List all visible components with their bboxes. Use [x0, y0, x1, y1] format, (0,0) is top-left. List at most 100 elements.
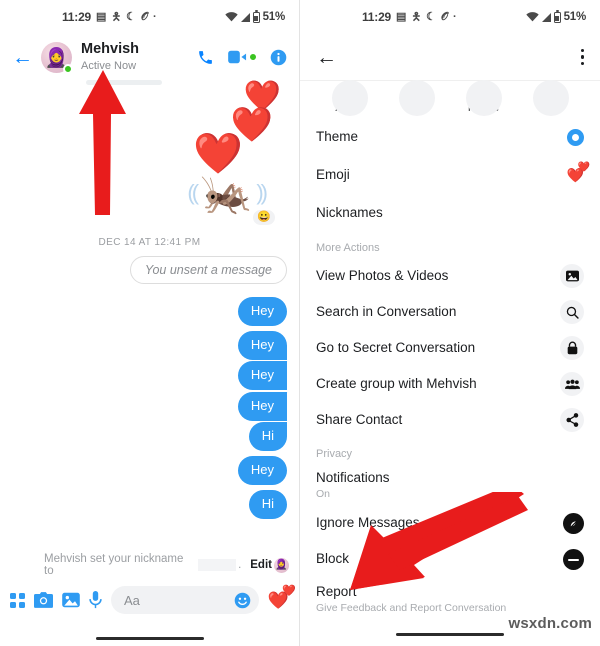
row-block[interactable]: Block [300, 542, 600, 578]
video-camera-icon[interactable] [228, 50, 256, 64]
battery-percent: 51% [262, 11, 286, 23]
row-share-contact[interactable]: Share Contact [300, 402, 600, 438]
message-bubble[interactable]: Hey [237, 361, 287, 391]
message-input-placeholder: Aa [124, 592, 140, 608]
kebab-menu-icon[interactable] [580, 48, 584, 66]
row-title: Emoji [316, 166, 350, 182]
nickname-text: Mehvish set your nickname to [44, 553, 184, 577]
hearts-emoji-icon: ❤️ ❤️ [567, 163, 590, 183]
row-texts: Block [316, 551, 349, 568]
presence-label: Active Now [81, 59, 137, 72]
info-icon[interactable] [270, 49, 287, 66]
quick-action-mute[interactable]: Mute [520, 80, 582, 116]
search-icon [560, 300, 584, 324]
contact-info[interactable]: Mehvish Active Now [81, 41, 139, 73]
unsent-message-row: You unsent a message [12, 256, 287, 284]
block-icon [563, 549, 584, 571]
row-view-photos-videos[interactable]: View Photos & Videos [300, 258, 600, 294]
dual-screenshot: 11:29 ▤ 🯅 ☾ 𝒪 · 51% ← Mehvish [0, 0, 600, 646]
section-header-privacy: Privacy [316, 448, 353, 460]
row-title: Block [316, 551, 350, 567]
icon-circle [560, 372, 584, 396]
nickname-edit-button[interactable]: Edit [250, 559, 272, 571]
status-bar-right: 51% [525, 9, 586, 23]
microphone-icon[interactable] [89, 591, 102, 609]
day-timestamp: DEC 14 AT 12:41 PM [98, 237, 201, 248]
signal-icon [240, 12, 250, 22]
contact-name: Mehvish [81, 41, 140, 58]
watermark: wsxdn.com [508, 615, 592, 632]
icon-circle [560, 264, 584, 288]
status-bar-clock: 11:29 [362, 10, 392, 24]
home-indicator [396, 632, 504, 636]
quick-action-audio[interactable]: Audio [319, 80, 381, 116]
block-bar [568, 558, 579, 562]
quick-action-profile[interactable]: Profile [453, 80, 515, 116]
row-texts: Report Give Feedback and Report Conversa… [316, 584, 506, 614]
scroll-indicator [86, 80, 162, 85]
message-bubble[interactable]: Hey [237, 297, 287, 326]
nickname-blank [198, 559, 237, 571]
camera-icon[interactable] [34, 592, 53, 608]
row-title: Notifications [316, 470, 390, 485]
signal-icon [541, 12, 551, 22]
block-circle [563, 549, 584, 571]
video-active-dot [250, 54, 256, 60]
row-search-in-conversation[interactable]: Search in Conversation [300, 294, 600, 330]
ignore-icon [563, 513, 584, 535]
row-theme[interactable]: Theme [300, 118, 600, 156]
row-report[interactable]: Report Give Feedback and Report Conversa… [300, 578, 600, 620]
heart-send-icon[interactable]: ❤️ ❤️ [268, 585, 296, 609]
message-bubble[interactable]: Hey [237, 391, 287, 421]
gallery-icon[interactable] [62, 592, 80, 608]
row-emoji[interactable]: Emoji ❤️ ❤️ [300, 156, 600, 194]
message-bubble[interactable]: Hi [248, 490, 287, 520]
cricket-emoji: 🦗 [200, 169, 253, 216]
theme-color-circle-icon [567, 128, 584, 146]
book-icon: ▤ [396, 10, 407, 23]
chat-header-actions [197, 49, 287, 66]
message-bubble[interactable]: Hi [248, 422, 287, 452]
row-title: Go to Secret Conversation [316, 339, 476, 355]
row-subtitle: On [316, 487, 331, 500]
heart-send-accent: ❤️ [282, 584, 296, 597]
row-secret-conversation[interactable]: Go to Secret Conversation [300, 330, 600, 366]
apps-grid-icon[interactable] [10, 592, 25, 608]
row-nicknames[interactable]: Nicknames [300, 194, 600, 232]
row-texts: Nicknames [316, 205, 383, 222]
row-title: Report [316, 583, 357, 599]
sound-wave-right-icon: )) [256, 180, 268, 205]
row-title: Create group with Mehvish [316, 375, 477, 391]
battery-icon [553, 9, 561, 23]
avatar[interactable] [41, 41, 73, 74]
bell-mute-icon [532, 80, 569, 116]
message-list[interactable]: ❤️ ❤️ ❤️ (( 🦗 )) 😀 DEC 14 AT 12:41 PM Yo… [0, 80, 299, 550]
dot-icon: · [152, 10, 157, 23]
row-texts: Ignore Messages [316, 515, 420, 532]
details-list: Theme Emoji ❤️ ❤️ Nicknames More Actions… [300, 118, 600, 624]
row-title: View Photos & Videos [316, 267, 449, 283]
group-icon [560, 372, 584, 396]
quick-action-video[interactable]: Video [386, 80, 448, 116]
row-title: Search in Conversation [316, 303, 457, 319]
back-arrow-icon[interactable]: ← [316, 47, 337, 68]
phone-icon[interactable] [197, 49, 214, 66]
heart-emoji-accent: ❤️ [577, 162, 590, 173]
row-texts: Theme [316, 129, 358, 146]
person-icon: 🯅 [411, 10, 422, 23]
row-title: Theme [316, 128, 359, 144]
nickname-notice: Mehvish set your nickname to . Edit [0, 550, 299, 580]
row-ignore-messages[interactable]: Ignore Messages [300, 506, 600, 542]
message-bubble[interactable]: Hey [237, 330, 287, 360]
row-texts: Emoji [316, 167, 350, 184]
section-header-more-actions: More Actions [316, 242, 380, 254]
icon-circle [560, 300, 584, 324]
emoji-icon[interactable] [234, 592, 251, 609]
message-bubble[interactable]: Hey [237, 456, 287, 486]
row-create-group[interactable]: Create group with Mehvish [300, 366, 600, 402]
moon-icon: ☾ [426, 10, 436, 23]
heart-emoji-large: ❤️ [193, 132, 243, 176]
row-notifications[interactable]: Notifications On [300, 464, 600, 506]
back-arrow-icon[interactable]: ← [12, 47, 33, 68]
message-input[interactable]: Aa [111, 586, 259, 614]
